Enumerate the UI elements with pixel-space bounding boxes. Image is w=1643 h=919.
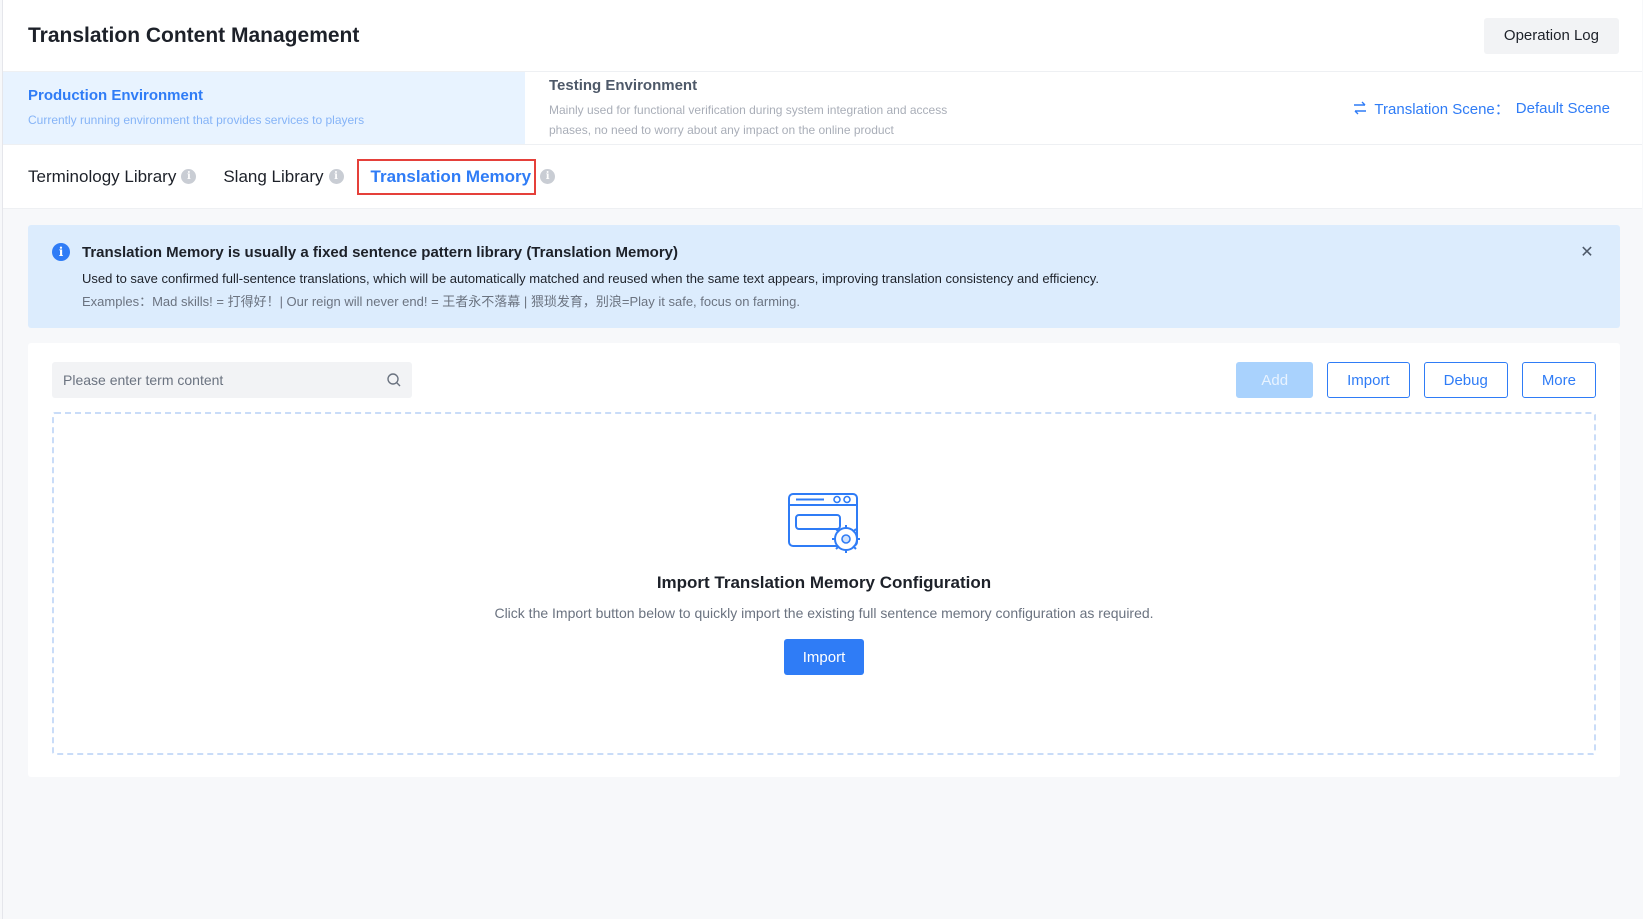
config-window-gear-icon bbox=[788, 493, 860, 553]
search-box[interactable] bbox=[52, 362, 412, 398]
translation-scene-switch[interactable]: Translation Scene： Default Scene bbox=[1352, 98, 1610, 119]
tab-slang-library[interactable]: Slang Library i bbox=[223, 166, 344, 187]
search-input[interactable] bbox=[63, 372, 386, 388]
more-button[interactable]: More bbox=[1521, 362, 1596, 398]
tab-terminology-library[interactable]: Terminology Library i bbox=[28, 166, 197, 187]
content-card: Add Import Debug More Import Translation… bbox=[28, 343, 1620, 777]
header: Translation Content Management Operation… bbox=[3, 0, 1642, 72]
info-icon[interactable]: i bbox=[328, 169, 344, 184]
info-icon[interactable]: i bbox=[181, 169, 197, 184]
empty-state: Import Translation Memory Configuration … bbox=[52, 412, 1596, 755]
env-production-card[interactable]: Production Environment Currently running… bbox=[3, 72, 525, 144]
tab-translation-memory[interactable]: Translation Memory bbox=[356, 158, 537, 195]
info-icon[interactable]: i bbox=[540, 169, 556, 184]
alert-title: Translation Memory is usually a fixed se… bbox=[82, 243, 679, 261]
tab-label: Slang Library bbox=[223, 166, 324, 186]
empty-description: Click the Import button below to quickly… bbox=[494, 605, 1154, 621]
alert-body: Used to save confirmed full-sentence tra… bbox=[52, 267, 1596, 313]
alert-description: Used to save confirmed full-sentence tra… bbox=[82, 271, 1099, 286]
search-icon[interactable] bbox=[386, 372, 402, 388]
import-button[interactable]: Import bbox=[1327, 362, 1410, 398]
environment-bar: Production Environment Currently running… bbox=[3, 72, 1642, 145]
env-testing-name: Testing Environment bbox=[549, 76, 698, 94]
close-icon[interactable]: ✕ bbox=[1578, 243, 1596, 261]
env-testing-desc: Mainly used for functional verification … bbox=[549, 102, 948, 137]
action-buttons: Add Import Debug More bbox=[1236, 362, 1596, 398]
env-testing-card[interactable]: Testing Environment Mainly used for func… bbox=[525, 72, 995, 144]
info-alert: i Translation Memory is usually a fixed … bbox=[28, 225, 1620, 328]
info-icon: i bbox=[52, 243, 70, 261]
empty-title: Import Translation Memory Configuration bbox=[656, 573, 992, 592]
page-title: Translation Content Management bbox=[28, 23, 360, 47]
alert-example: Examples：Mad skills! = 打得好！| Our reign w… bbox=[82, 294, 800, 309]
toolbar: Add Import Debug More bbox=[52, 362, 1596, 398]
tab-label: Translation Memory bbox=[370, 166, 532, 186]
scene-wrap: Translation Scene： Default Scene bbox=[995, 72, 1642, 144]
operation-log-button[interactable]: Operation Log bbox=[1483, 17, 1619, 54]
library-tabs: Terminology Library i Slang Library i Tr… bbox=[3, 145, 1642, 209]
page: Translation Content Management Operation… bbox=[2, 0, 1642, 919]
swap-icon bbox=[1354, 101, 1367, 115]
tab-label: Terminology Library bbox=[28, 166, 177, 186]
alert-head: i Translation Memory is usually a fixed … bbox=[52, 243, 1596, 261]
env-production-name: Production Environment bbox=[28, 86, 204, 104]
debug-button[interactable]: Debug bbox=[1423, 362, 1508, 398]
env-production-desc: Currently running environment that provi… bbox=[28, 112, 365, 127]
add-button[interactable]: Add bbox=[1236, 362, 1314, 398]
scene-label: Translation Scene： bbox=[1374, 100, 1510, 118]
scene-value: Default Scene bbox=[1515, 99, 1610, 117]
empty-import-button[interactable]: Import bbox=[783, 639, 865, 675]
